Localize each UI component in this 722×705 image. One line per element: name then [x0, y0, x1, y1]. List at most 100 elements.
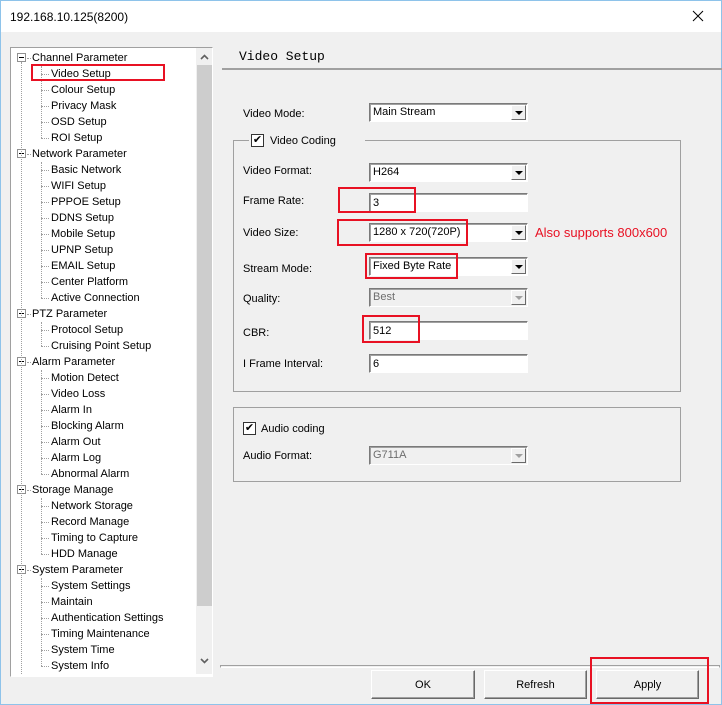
tree-item[interactable]: HDD Manage: [51, 546, 118, 562]
tree-item[interactable]: System Settings: [51, 578, 130, 594]
tree-connector: [27, 58, 31, 59]
tree-connector: [41, 282, 49, 283]
tree-item[interactable]: UPNP Setup: [51, 242, 113, 258]
ok-button[interactable]: OK: [371, 670, 475, 699]
dropdown-button[interactable]: [511, 165, 526, 180]
tree-connector: [41, 666, 49, 667]
tree-item[interactable]: Mobile Setup: [51, 226, 115, 242]
tree-item[interactable]: Maintain: [51, 594, 93, 610]
video-format-value: H264: [373, 166, 400, 178]
tree-item[interactable]: EMAIL Setup: [51, 258, 115, 274]
audio-coding-label: Audio coding: [261, 423, 325, 435]
frame-rate-input[interactable]: [369, 193, 528, 212]
dropdown-button[interactable]: [511, 225, 526, 240]
tree-connector: [41, 458, 49, 459]
video-coding-checkbox[interactable]: ✔: [251, 134, 264, 147]
tree-item[interactable]: Basic Network: [51, 162, 121, 178]
video-mode-select[interactable]: Main Stream: [369, 103, 528, 122]
tree-connector: [41, 250, 49, 251]
tree-item[interactable]: Protocol Setup: [51, 322, 123, 338]
audio-format-label: Audio Format:: [243, 450, 313, 462]
tree-item[interactable]: Cruising Point Setup: [51, 338, 151, 354]
tree-item[interactable]: Privacy Mask: [51, 98, 116, 114]
section-title: Video Setup: [239, 49, 325, 64]
tree-item[interactable]: System Info: [51, 658, 109, 674]
tree-connector: [41, 474, 49, 475]
tree-scrollbar[interactable]: [196, 48, 212, 674]
tree-connector: [41, 442, 49, 443]
tree-item[interactable]: Active Connection: [51, 290, 140, 306]
tree-connector: [41, 234, 49, 235]
tree-connector: [41, 506, 49, 507]
chevron-down-icon: [514, 230, 523, 235]
tree-connector: [41, 618, 49, 619]
tree-connector: [41, 186, 49, 187]
scroll-up-button[interactable]: [196, 48, 212, 65]
tree-connector: [41, 106, 49, 107]
tree-connector: [41, 378, 49, 379]
tree-connector: [41, 138, 49, 139]
tree-item[interactable]: Blocking Alarm: [51, 418, 124, 434]
video-coding-label: Video Coding: [270, 135, 336, 147]
scroll-thumb[interactable]: [197, 65, 212, 606]
tree-item[interactable]: Network Storage: [51, 498, 133, 514]
check-icon: ✔: [244, 422, 255, 434]
tree-group[interactable]: PTZ Parameter: [32, 306, 107, 322]
tree-group[interactable]: Network Parameter: [32, 146, 127, 162]
dropdown-button[interactable]: [511, 259, 526, 274]
tree-connector: [41, 426, 49, 427]
collapse-icon[interactable]: [17, 53, 26, 62]
tree-group[interactable]: Storage Manage: [32, 482, 113, 498]
tree-connector: [41, 586, 49, 587]
tree-item[interactable]: DDNS Setup: [51, 210, 114, 226]
tree-connector: [27, 490, 31, 491]
audio-format-value: G711A: [373, 449, 407, 461]
tree-item[interactable]: Center Platform: [51, 274, 128, 290]
scroll-down-button[interactable]: [196, 652, 212, 669]
tree-group[interactable]: Channel Parameter: [32, 50, 127, 66]
tree-item[interactable]: Abnormal Alarm: [51, 466, 129, 482]
tree-item[interactable]: Record Manage: [51, 514, 129, 530]
tree-group[interactable]: System Parameter: [32, 562, 123, 578]
video-format-select[interactable]: H264: [369, 163, 528, 182]
audio-format-select[interactable]: G711A: [369, 446, 528, 465]
tree-item[interactable]: OSD Setup: [51, 114, 107, 130]
apply-button[interactable]: Apply: [596, 670, 699, 699]
tree-connector: [41, 538, 49, 539]
tree-item[interactable]: Authentication Settings: [51, 610, 164, 626]
audio-coding-checkbox[interactable]: ✔: [243, 422, 256, 435]
quality-select[interactable]: Best: [369, 288, 528, 307]
tree-item[interactable]: WIFI Setup: [51, 178, 106, 194]
tree-connector: [41, 346, 49, 347]
tree-item[interactable]: Alarm Out: [51, 434, 101, 450]
close-icon: [692, 10, 704, 22]
audio-coding-group: [233, 407, 681, 482]
refresh-button[interactable]: Refresh: [484, 670, 587, 699]
tree-item[interactable]: Motion Detect: [51, 370, 119, 386]
tree-item[interactable]: System Time: [51, 642, 115, 658]
dropdown-button: [511, 290, 526, 305]
tree-item[interactable]: Video Setup: [51, 66, 111, 82]
chevron-down-icon: [514, 264, 523, 269]
tree-item[interactable]: Colour Setup: [51, 82, 115, 98]
tree-item[interactable]: ROI Setup: [51, 130, 102, 146]
chevron-down-icon: [514, 295, 523, 300]
dropdown-button[interactable]: [511, 105, 526, 120]
chevron-down-icon: [514, 170, 523, 175]
tree-connector: [41, 162, 42, 298]
tree-connector: [41, 522, 49, 523]
cbr-input[interactable]: [369, 321, 528, 340]
tree-item[interactable]: Timing Maintenance: [51, 626, 150, 642]
tree-connector: [27, 570, 31, 571]
tree-item[interactable]: Video Loss: [51, 386, 105, 402]
tree-group[interactable]: Alarm Parameter: [32, 354, 115, 370]
stream-mode-select[interactable]: Fixed Byte Rate: [369, 257, 528, 276]
tree-connector: [41, 370, 42, 474]
tree-item[interactable]: Alarm In: [51, 402, 92, 418]
video-size-select[interactable]: 1280 x 720(720P): [369, 223, 528, 242]
close-button[interactable]: [675, 1, 721, 31]
tree-item[interactable]: Timing to Capture: [51, 530, 138, 546]
tree-item[interactable]: PPPOE Setup: [51, 194, 121, 210]
i-frame-interval-input[interactable]: [369, 354, 528, 373]
tree-item[interactable]: Alarm Log: [51, 450, 101, 466]
